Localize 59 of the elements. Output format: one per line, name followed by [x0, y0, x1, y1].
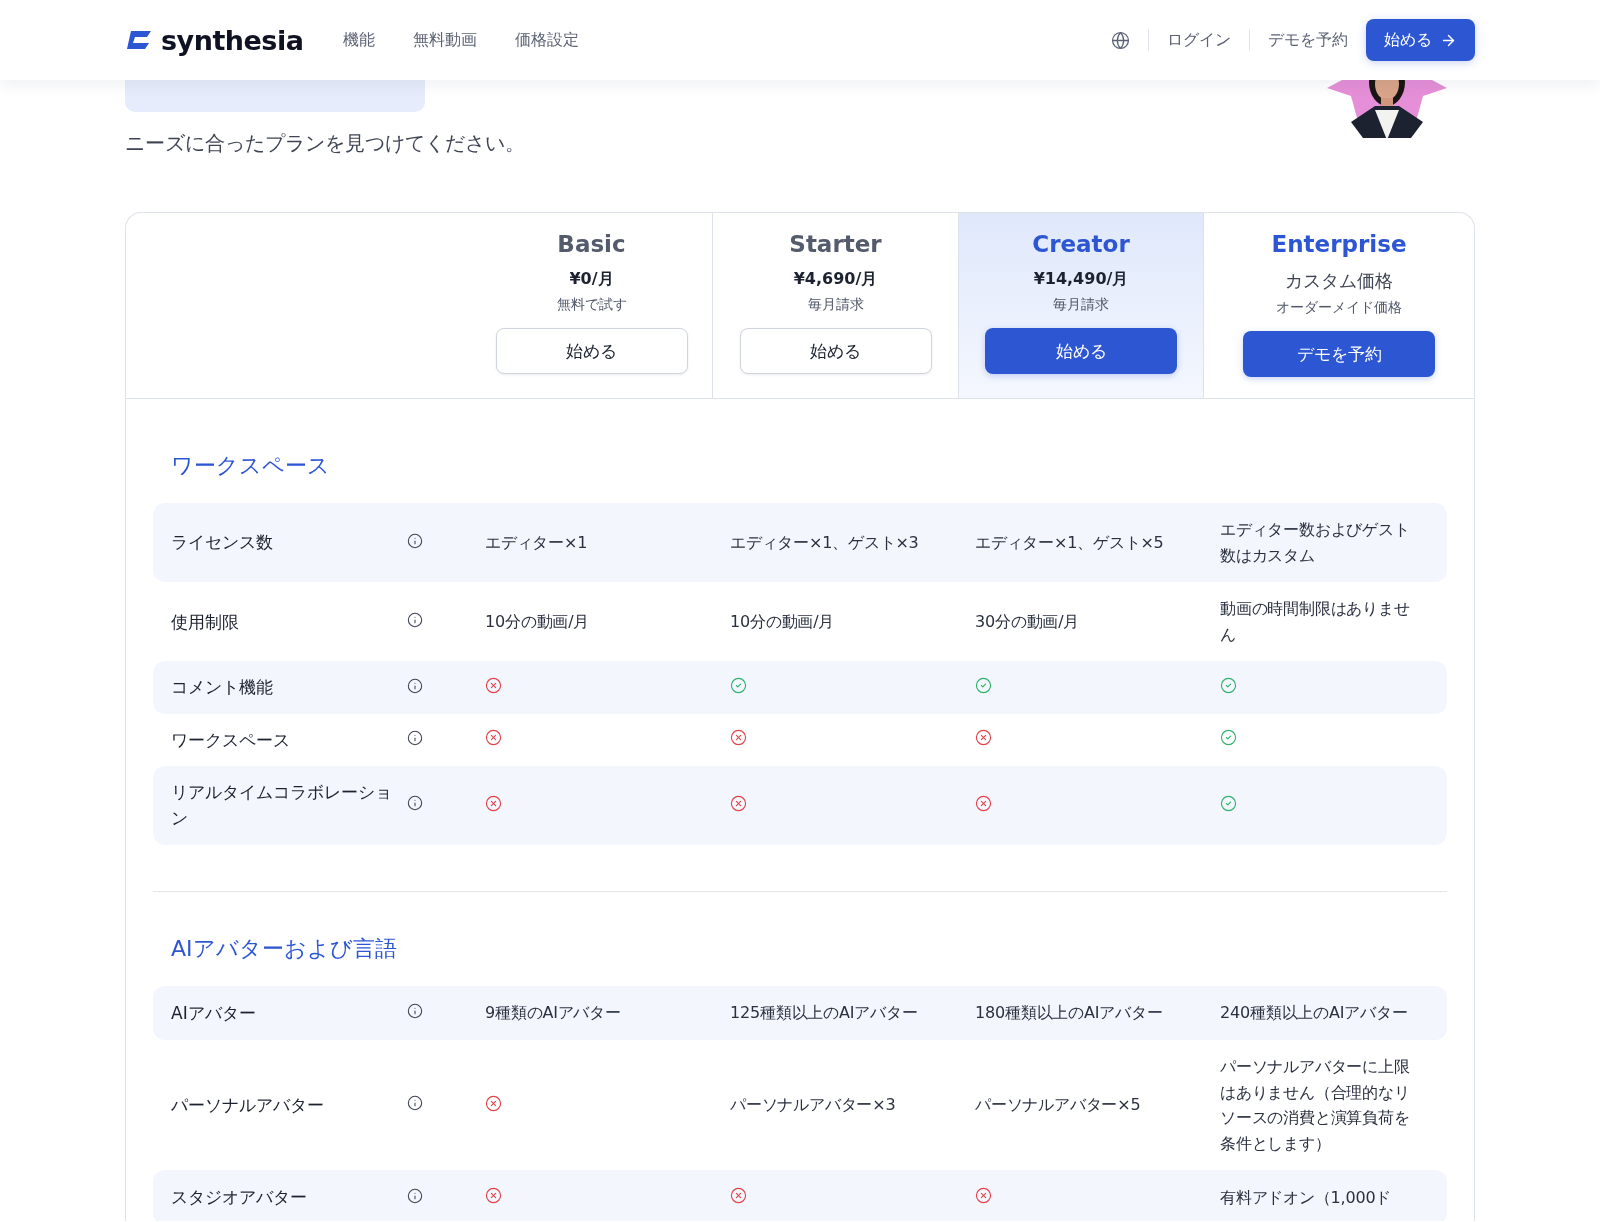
plan-name: Enterprise: [1271, 231, 1407, 257]
login-link[interactable]: ログイン: [1167, 29, 1231, 51]
plan-price: ¥14,490/月: [1033, 269, 1129, 290]
info-icon[interactable]: [407, 677, 423, 694]
plan-button[interactable]: 始める: [985, 328, 1177, 374]
feature-label: リアルタイムコラボレーション: [171, 781, 393, 831]
table-cell-text: エディター×1、ゲスト×5: [975, 531, 1165, 554]
plan-note: 毎月請求: [807, 296, 864, 314]
feature-label: ライセンス数: [171, 531, 274, 555]
plan-name: Starter: [789, 231, 882, 257]
plan-price: カスタム価格: [1285, 269, 1393, 293]
table-cell-text: 10分の動画/月: [485, 611, 591, 633]
info-icon[interactable]: [407, 1002, 423, 1019]
start-button[interactable]: 始める: [1366, 19, 1475, 61]
table-cell-text: パーソナルアバターに上限はありません（合理的なリソースの消費と演算負荷を条件とします）: [1220, 1056, 1411, 1155]
info-icon[interactable]: [407, 1187, 423, 1204]
feature-label: 使用制限: [171, 610, 240, 634]
plan-note: 無料で試す: [556, 296, 627, 314]
table-cell-text: 有料アドオン（1,000ド: [1220, 1186, 1393, 1209]
nav-link[interactable]: 無料動画: [413, 29, 478, 51]
plan-button[interactable]: 始める: [739, 328, 932, 374]
logo-text[interactable]: synthesia: [161, 24, 304, 56]
table-cell-text: 30分の動画/月: [975, 611, 1081, 633]
plan-price: ¥0/月: [569, 269, 614, 290]
table-cell-text: 9種類のAIアバター: [485, 1002, 622, 1025]
table-cell-text: エディター数およびゲスト数はカスタム: [1220, 519, 1411, 567]
table-cell-text: エディター×1: [485, 531, 589, 554]
plan-note: 毎月請求: [1053, 296, 1109, 314]
table-cell-text: 10分の動画/月: [730, 611, 836, 633]
plan-button[interactable]: デモを予約: [1243, 331, 1435, 377]
feature-label: コメント機能: [171, 676, 274, 700]
table-cell-text: パーソナルアバター×3: [730, 1094, 897, 1117]
section-title: ワークスペース: [171, 452, 331, 480]
demo-link[interactable]: デモを予約: [1268, 29, 1348, 51]
nav-link[interactable]: 機能: [343, 29, 376, 51]
plan-price: ¥4,690/月: [793, 269, 878, 290]
feature-label: スタジオアバター: [171, 1186, 308, 1210]
feature-label: パーソナルアバター: [171, 1094, 325, 1118]
feature-label: ワークスペース: [171, 728, 291, 752]
info-icon[interactable]: [407, 1095, 423, 1112]
table-cell-text: 240種類以上のAIアバター: [1220, 1002, 1409, 1025]
table-cell-text: パーソナルアバター×5: [975, 1094, 1142, 1117]
plan-name: Creator: [1032, 231, 1130, 257]
info-icon[interactable]: [407, 729, 423, 746]
subtitle: ニーズに合ったプランを見つけてください。: [125, 130, 526, 157]
table-cell-text: エディター×1、ゲスト×3: [730, 531, 920, 554]
table-cell-text: 125種類以上のAIアバター: [730, 1002, 919, 1025]
table-cell-text: 動画の時間制限はありません: [1220, 598, 1411, 646]
feature-label: AIアバター: [171, 1001, 257, 1025]
globe-icon[interactable]: [1111, 30, 1130, 50]
nav-link[interactable]: 価格設定: [515, 29, 580, 51]
plan-button[interactable]: 始める: [495, 328, 688, 374]
table-cell-text: 180種類以上のAIアバター: [975, 1002, 1164, 1025]
info-icon[interactable]: [407, 532, 423, 549]
info-icon[interactable]: [407, 795, 423, 812]
plan-note: オーダーメイド価格: [1276, 299, 1402, 317]
section-title: AIアバターおよび言語: [171, 934, 398, 963]
info-icon[interactable]: [407, 611, 423, 628]
plan-name: Basic: [557, 231, 626, 257]
